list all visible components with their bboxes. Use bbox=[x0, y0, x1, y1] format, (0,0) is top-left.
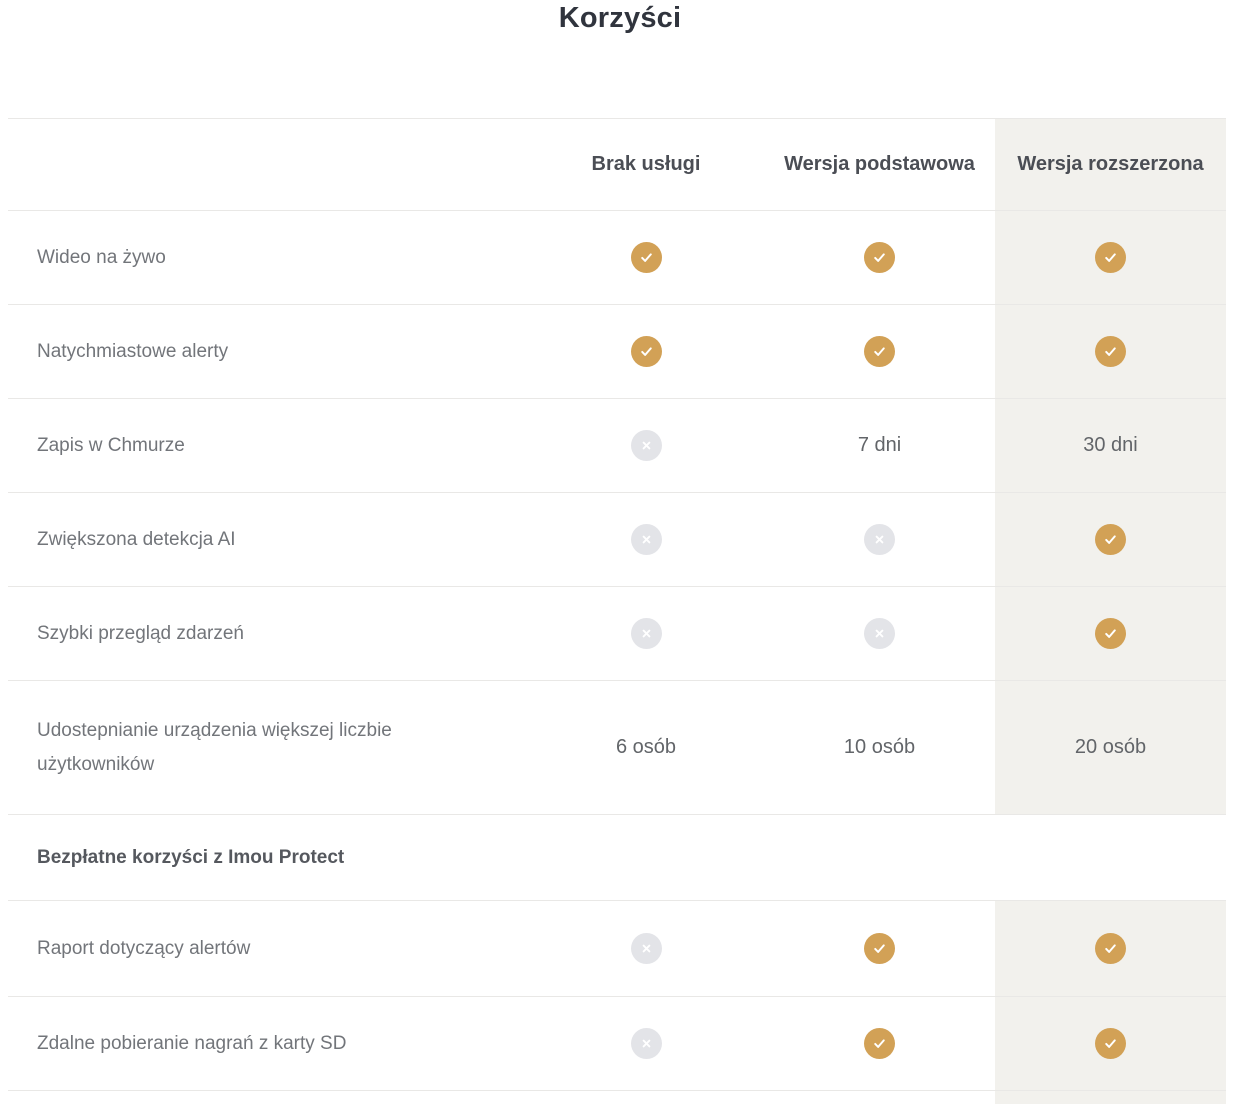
cross-icon bbox=[631, 933, 662, 964]
table-row: Zapis w Chmurze 7 dni 30 dni bbox=[8, 398, 1226, 492]
row-label: Natychmiastowe alerty bbox=[8, 305, 528, 398]
row-label: Szybki przegląd zdarzeń bbox=[8, 587, 528, 680]
table-row: Raport dotyczący alertów bbox=[8, 900, 1226, 996]
feature-cell bbox=[528, 1091, 764, 1104]
table-row: Zdalne pobieranie nagrań z karty SD bbox=[8, 996, 1226, 1090]
feature-cell bbox=[995, 493, 1226, 586]
feature-cell bbox=[995, 1091, 1226, 1104]
feature-cell bbox=[528, 399, 764, 492]
feature-cell bbox=[528, 997, 764, 1090]
benefits-table: Brak usługi Wersja podstawowa Wersja roz… bbox=[8, 118, 1226, 1104]
check-icon bbox=[864, 242, 895, 273]
column-header-wersja-rozszerzona: Wersja rozszerzona bbox=[995, 119, 1226, 210]
feature-cell: 20 osób bbox=[995, 681, 1226, 814]
cross-icon bbox=[631, 524, 662, 555]
feature-cell: 6 osób bbox=[528, 681, 764, 814]
row-label: Zapis w Chmurze bbox=[8, 399, 528, 492]
feature-cell bbox=[528, 305, 764, 398]
feature-cell bbox=[528, 211, 764, 304]
feature-cell bbox=[764, 901, 995, 996]
row-label: Zwiększona detekcja AI bbox=[8, 493, 528, 586]
table-row: Wideo na żywo bbox=[8, 210, 1226, 304]
check-icon bbox=[864, 336, 895, 367]
check-icon bbox=[1095, 336, 1126, 367]
cross-icon bbox=[631, 430, 662, 461]
table-row: Udostepnianie urządzenia większej liczbi… bbox=[8, 680, 1226, 814]
row-label: Udostepnianie urządzenia większej liczbi… bbox=[8, 681, 528, 814]
check-icon bbox=[864, 1028, 895, 1059]
feature-cell bbox=[764, 997, 995, 1090]
table-row: Szybki przegląd zdarzeń bbox=[8, 586, 1226, 680]
table-row: Natychmiastowe alerty bbox=[8, 304, 1226, 398]
table-row-clipped bbox=[8, 1090, 1226, 1104]
check-icon bbox=[631, 336, 662, 367]
check-icon bbox=[1095, 933, 1126, 964]
table-header-row: Brak usługi Wersja podstawowa Wersja roz… bbox=[8, 118, 1226, 210]
column-header-wersja-podstawowa: Wersja podstawowa bbox=[764, 119, 995, 210]
section-title: Bezpłatne korzyści z Imou Protect bbox=[8, 815, 1226, 900]
feature-cell bbox=[528, 901, 764, 996]
header-empty-cell bbox=[8, 119, 528, 210]
feature-cell bbox=[764, 1091, 995, 1104]
feature-cell bbox=[764, 211, 995, 304]
cross-icon bbox=[864, 618, 895, 649]
column-header-brak-uslugi: Brak usługi bbox=[528, 119, 764, 210]
check-icon bbox=[864, 933, 895, 964]
feature-cell: 10 osób bbox=[764, 681, 995, 814]
feature-cell bbox=[995, 997, 1226, 1090]
row-label: Wideo na żywo bbox=[8, 211, 528, 304]
check-icon bbox=[1095, 242, 1126, 273]
feature-cell bbox=[528, 493, 764, 586]
row-label: Raport dotyczący alertów bbox=[8, 901, 528, 996]
feature-cell: 7 dni bbox=[764, 399, 995, 492]
check-icon bbox=[631, 242, 662, 273]
section-row: Bezpłatne korzyści z Imou Protect bbox=[8, 814, 1226, 900]
row-label bbox=[8, 1091, 528, 1104]
feature-cell bbox=[995, 901, 1226, 996]
feature-cell bbox=[764, 587, 995, 680]
feature-cell bbox=[995, 211, 1226, 304]
feature-cell bbox=[995, 305, 1226, 398]
feature-cell bbox=[528, 587, 764, 680]
feature-cell bbox=[995, 587, 1226, 680]
check-icon bbox=[1095, 618, 1126, 649]
row-label: Zdalne pobieranie nagrań z karty SD bbox=[8, 997, 528, 1090]
feature-cell: 30 dni bbox=[995, 399, 1226, 492]
page-title: Korzyści bbox=[0, 0, 1240, 36]
table-row: Zwiększona detekcja AI bbox=[8, 492, 1226, 586]
feature-cell bbox=[764, 493, 995, 586]
check-icon bbox=[1095, 524, 1126, 555]
check-icon bbox=[1095, 1028, 1126, 1059]
cross-icon bbox=[864, 524, 895, 555]
cross-icon bbox=[631, 1028, 662, 1059]
cross-icon bbox=[631, 618, 662, 649]
feature-cell bbox=[764, 305, 995, 398]
